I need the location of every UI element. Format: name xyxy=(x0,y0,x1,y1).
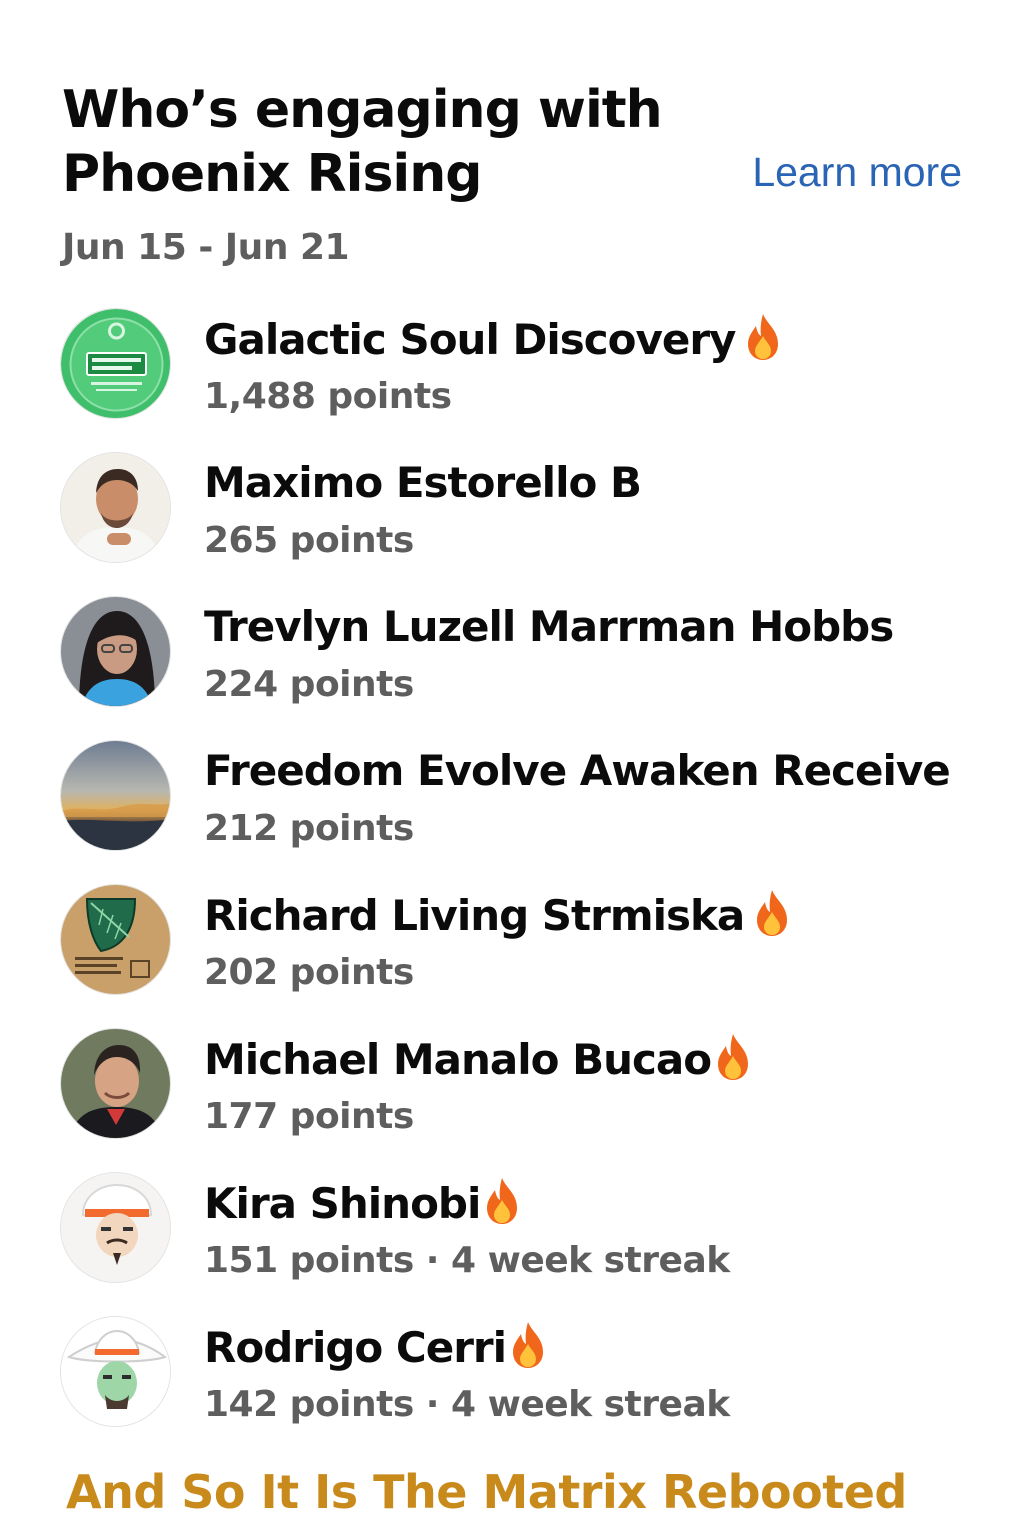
points-value: 177 points xyxy=(204,1096,414,1137)
member-name: Galactic Soul Discovery xyxy=(204,315,736,364)
member-name: Freedom Evolve Awaken Receive xyxy=(204,746,951,795)
member-name-row: Richard Living Strmiska xyxy=(204,888,792,943)
date-range: Jun 15 - Jun 21 xyxy=(62,227,350,268)
points-value: 1,488 points xyxy=(204,376,452,417)
points-value: 142 points xyxy=(204,1384,414,1425)
fire-icon xyxy=(757,890,788,936)
list-item[interactable]: Richard Living Strmiska 202 points xyxy=(60,884,960,1028)
avatar[interactable] xyxy=(60,452,171,563)
points-value: 212 points xyxy=(204,808,414,849)
points-value: 202 points xyxy=(204,952,414,993)
member-name: Richard Living Strmiska xyxy=(204,891,745,940)
list-item[interactable]: Michael Manalo Bucao 177 points xyxy=(60,1028,960,1172)
separator-dot: · xyxy=(425,1384,440,1425)
fire-icon xyxy=(487,1178,518,1224)
engagement-header: Who’s engaging with Phoenix Rising Learn… xyxy=(62,78,962,278)
leaf-emblem-icon xyxy=(61,885,170,994)
member-name: Michael Manalo Bucao xyxy=(204,1035,712,1084)
illustrated-man-hat-icon xyxy=(61,1317,170,1426)
list-item[interactable]: Kira Shinobi 151 points · 4 week streak xyxy=(60,1172,960,1316)
member-meta: 177 points xyxy=(204,1094,414,1140)
member-meta: 212 points xyxy=(204,806,414,852)
points-value: 224 points xyxy=(204,664,414,705)
member-name-row: Trevlyn Luzell Marrman Hobbs xyxy=(204,600,894,654)
member-name-row: Rodrigo Cerri xyxy=(204,1320,548,1375)
member-meta: 142 points · 4 week streak xyxy=(204,1382,730,1428)
green-badge-logo-icon xyxy=(61,309,170,418)
member-name-row: Maximo Estorello B xyxy=(204,456,642,510)
learn-more-link[interactable]: Learn more xyxy=(752,148,962,196)
member-name: Maximo Estorello B xyxy=(204,458,642,507)
member-meta: 224 points xyxy=(204,662,414,708)
points-value: 151 points xyxy=(204,1240,414,1281)
member-meta: 1,488 points xyxy=(204,374,452,420)
member-name-row: Michael Manalo Bucao xyxy=(204,1032,753,1087)
woman-portrait-icon xyxy=(61,597,170,706)
list-item[interactable]: Maximo Estorello B 265 points xyxy=(60,452,960,596)
separator-dot: · xyxy=(425,1240,440,1281)
avatar[interactable] xyxy=(60,1316,171,1427)
avatar[interactable] xyxy=(60,1172,171,1283)
list-item[interactable]: Trevlyn Luzell Marrman Hobbs 224 points xyxy=(60,596,960,740)
member-meta: 202 points xyxy=(204,950,414,996)
member-name: Trevlyn Luzell Marrman Hobbs xyxy=(204,602,894,651)
avatar[interactable] xyxy=(60,596,171,707)
member-name: Rodrigo Cerri xyxy=(204,1323,507,1372)
sunset-landscape-icon xyxy=(61,741,170,850)
list-item[interactable]: Galactic Soul Discovery 1,488 points xyxy=(60,308,960,452)
footer-caption: And So It Is The Matrix Rebooted xyxy=(66,1465,907,1519)
avatar[interactable] xyxy=(60,1028,171,1139)
member-name-row: Kira Shinobi xyxy=(204,1176,522,1231)
list-item[interactable]: Rodrigo Cerri 142 points · 4 week streak xyxy=(60,1316,960,1460)
fire-icon xyxy=(718,1034,749,1080)
list-item[interactable]: Freedom Evolve Awaken Receive 212 points xyxy=(60,740,960,884)
engagement-list: Galactic Soul Discovery 1,488 points Max… xyxy=(60,308,960,1460)
avatar[interactable] xyxy=(60,740,171,851)
avatar[interactable] xyxy=(60,308,171,419)
illustrated-man-hat-icon xyxy=(61,1173,170,1282)
avatar[interactable] xyxy=(60,884,171,995)
member-name-row: Galactic Soul Discovery xyxy=(204,312,783,367)
fire-icon xyxy=(513,1322,544,1368)
member-name-row: Freedom Evolve Awaken Receive xyxy=(204,744,951,798)
man-portrait-icon xyxy=(61,453,170,562)
points-value: 265 points xyxy=(204,520,414,561)
streak-value: 4 week streak xyxy=(450,1240,730,1281)
fire-icon xyxy=(748,314,779,360)
member-meta: 265 points xyxy=(204,518,414,564)
man-portrait-icon xyxy=(61,1029,170,1138)
streak-value: 4 week streak xyxy=(450,1384,730,1425)
member-meta: 151 points · 4 week streak xyxy=(204,1238,730,1284)
member-name: Kira Shinobi xyxy=(204,1179,481,1228)
page-title: Who’s engaging with Phoenix Rising xyxy=(62,80,663,204)
